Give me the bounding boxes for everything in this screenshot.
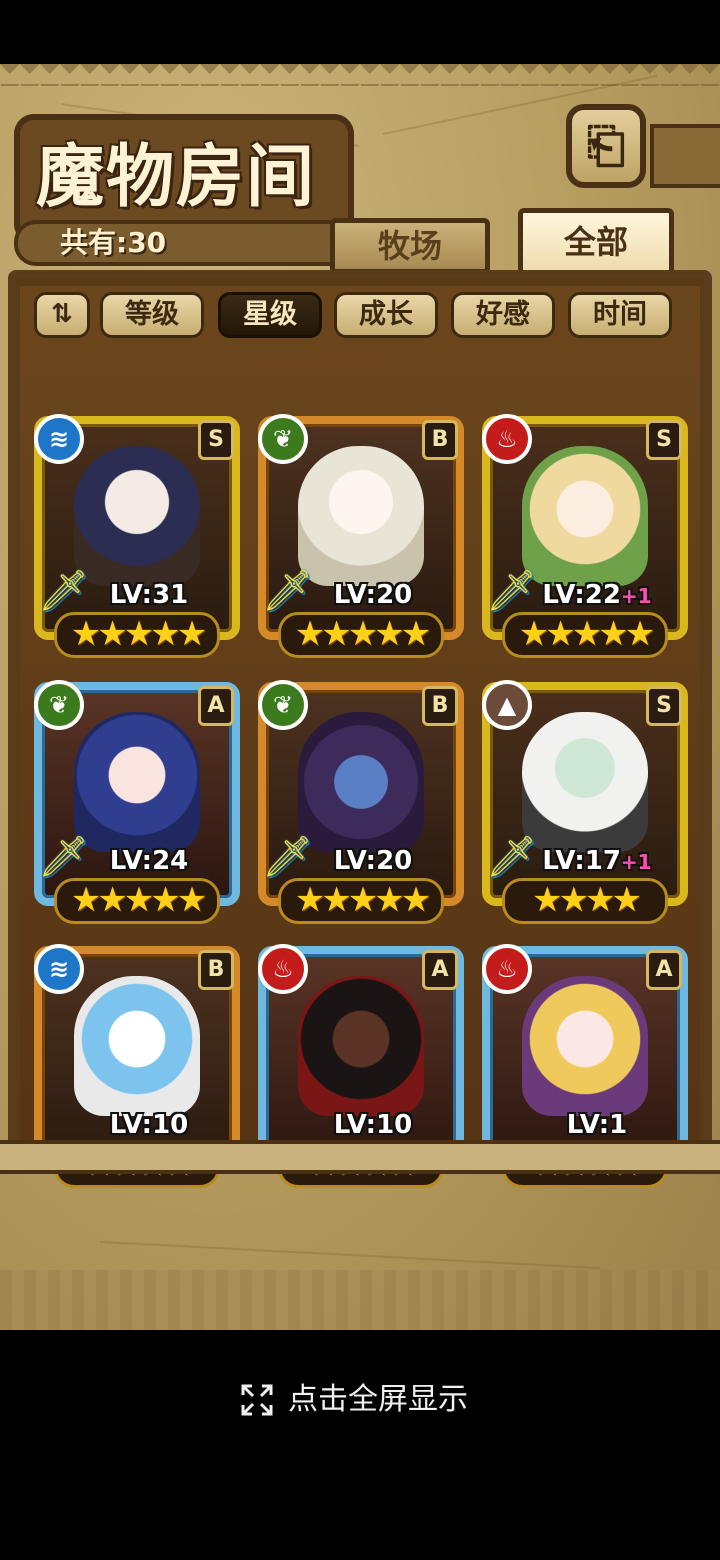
sword-icon: 🗡 (262, 568, 313, 614)
star-rating: ★★★★ (502, 878, 668, 924)
map-line (100, 1240, 600, 1270)
page-title: 魔物房间 (36, 137, 317, 217)
level-label: LV:1 (566, 1110, 628, 1140)
star-rating: ★★★★★ (278, 612, 444, 658)
bottom-border-decoration (0, 1270, 720, 1330)
monster-portrait (74, 976, 200, 1116)
water-element-icon: ≋ (34, 944, 84, 994)
monster-portrait (522, 712, 648, 852)
monster-card[interactable]: ❦ A 🗡 LV:24 ★★★★★ (34, 680, 240, 926)
star-rating: ★★★★★ (54, 878, 220, 924)
filter-level[interactable]: 等级 (100, 292, 204, 338)
rank-badge: S (646, 420, 682, 460)
level-label: LV:20 (333, 846, 413, 876)
fire-element-icon: ♨ (258, 944, 308, 994)
level-label: LV:31 (109, 580, 189, 610)
monster-card[interactable]: ❦ B 🗡 LV:20 ★★★★★ (258, 680, 464, 926)
monster-count: 共有:30 (60, 226, 167, 259)
filter-affection[interactable]: 好感 (451, 292, 555, 338)
monster-card[interactable]: ≋ S 🗡 LV:31 ★★★★★ (34, 414, 240, 660)
monster-card[interactable]: ♨ S 🗡 LV:22+1 ★★★★★ (482, 414, 688, 660)
footer-bar (0, 1330, 720, 1560)
tab-ranch[interactable]: 牧场 (330, 218, 490, 274)
filter-star[interactable]: 星级 (218, 292, 322, 338)
level-label: LV:10 (109, 1110, 189, 1140)
monster-portrait (298, 446, 424, 586)
monster-card[interactable]: ▲ S 🗡 LV:17+1 ★★★★ (482, 680, 688, 926)
sword-icon: 🗡 (486, 834, 537, 880)
top-border-decoration (0, 64, 720, 86)
rank-badge: A (422, 950, 458, 990)
level-label: LV:17+1 (542, 846, 652, 876)
fullscreen-button-label[interactable]: 点击全屏显示 (288, 1380, 468, 1420)
monster-portrait (522, 976, 648, 1116)
star-rating: ★★★★★ (502, 612, 668, 658)
back-button[interactable]: ⎗ (566, 104, 646, 188)
monster-portrait (298, 712, 424, 852)
rank-badge: B (422, 420, 458, 460)
star-rating: ★★★★★ (54, 612, 220, 658)
level-label: LV:20 (333, 580, 413, 610)
monster-portrait (74, 712, 200, 852)
monster-portrait (522, 446, 648, 586)
panel-bottom-rail (0, 1140, 720, 1174)
filter-growth[interactable]: 成长 (334, 292, 438, 338)
fire-element-icon: ♨ (482, 944, 532, 994)
level-label: LV:10 (333, 1110, 413, 1140)
rank-badge: A (198, 686, 234, 726)
rank-badge: B (198, 950, 234, 990)
tab-all[interactable]: 全部 (518, 208, 674, 276)
fire-element-icon: ♨ (482, 414, 532, 464)
rank-badge: A (646, 950, 682, 990)
monster-card[interactable]: ❦ B 🗡 LV:20 ★★★★★ (258, 414, 464, 660)
rank-badge: B (422, 686, 458, 726)
fullscreen-icon[interactable] (240, 1383, 274, 1417)
sword-icon: 🗡 (262, 834, 313, 880)
sword-icon: 🗡 (38, 568, 89, 614)
grass-element-icon: ❦ (258, 414, 308, 464)
monster-portrait (74, 446, 200, 586)
monster-portrait (298, 976, 424, 1116)
back-button-bar (650, 124, 720, 188)
back-arrow-icon: ⎗ (586, 118, 626, 174)
level-label: LV:22+1 (542, 580, 652, 610)
grass-element-icon: ❦ (258, 680, 308, 730)
star-rating: ★★★★★ (278, 878, 444, 924)
sword-icon: 🗡 (486, 568, 537, 614)
rank-badge: S (198, 420, 234, 460)
water-element-icon: ≋ (34, 414, 84, 464)
grass-element-icon: ❦ (34, 680, 84, 730)
level-label: LV:24 (109, 846, 189, 876)
earth-element-icon: ▲ (482, 680, 532, 730)
filter-time[interactable]: 时间 (568, 292, 672, 338)
sword-icon: 🗡 (38, 834, 89, 880)
sort-order-toggle[interactable]: ⇅ (34, 292, 90, 338)
rank-badge: S (646, 686, 682, 726)
